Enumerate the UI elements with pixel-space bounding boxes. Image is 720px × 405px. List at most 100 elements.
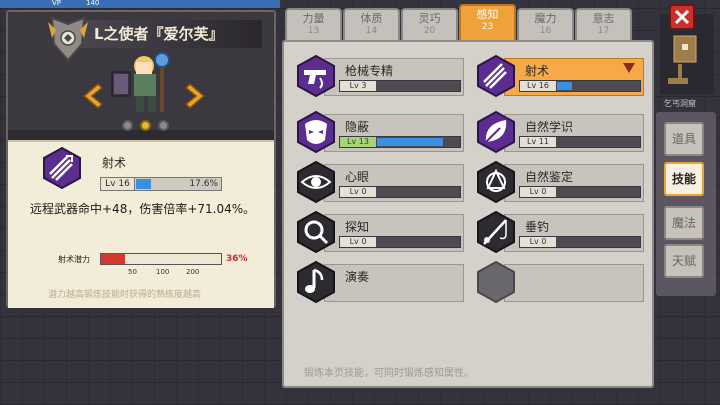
tab-label: 力量 — [302, 12, 325, 25]
close-icon[interactable] — [669, 4, 695, 30]
skill-card: 心眼 Lv 0 — [324, 164, 464, 202]
skill-name: 演奏 — [345, 270, 370, 284]
potential-tick: 200 — [186, 268, 200, 276]
page-dot-active[interactable] — [140, 120, 151, 131]
skill-archery[interactable]: 射术 Lv 16 — [474, 54, 644, 98]
page-dot[interactable] — [122, 120, 133, 131]
skill-fishing[interactable]: 垂钓 Lv 0 — [474, 210, 644, 254]
skill-level: Lv 0 — [340, 187, 376, 197]
side-tab-skills[interactable]: 技能 — [664, 162, 704, 196]
attribute-tabs: 力量 13 体质 14 灵巧 20 感知 23 魔力 16 意志 17 — [285, 4, 632, 40]
magnifier-icon — [297, 210, 335, 254]
tab-value: 14 — [365, 26, 378, 36]
skill-mind-eye[interactable]: 心眼 Lv 0 — [294, 160, 464, 204]
skill-card: 自然鉴定 Lv 0 — [504, 164, 644, 202]
potential-footer-text: 潜力越高锻炼技能时获得的熟练度越高 — [48, 290, 202, 300]
potential-tick: 100 — [156, 268, 170, 276]
tab-value: 23 — [481, 22, 494, 32]
skill-level-bar: Lv 0 — [339, 186, 461, 198]
skill-level: Lv 16 — [520, 81, 556, 91]
tab-value: 16 — [539, 26, 552, 36]
skill-card: 自然学识 Lv 11 — [504, 114, 644, 152]
skill-name: 探知 — [345, 220, 370, 234]
skill-card: 隐蔽 Lv 13 — [324, 114, 464, 152]
skill-stealth[interactable]: 隐蔽 Lv 13 — [294, 110, 464, 154]
triquetra-icon — [477, 160, 515, 204]
skill-level-bar: Lv 16 — [519, 80, 641, 92]
skill-level-bar: Lv 0 — [519, 236, 641, 248]
skill-card: 射术 Lv 16 — [504, 58, 644, 96]
tab-label: 意志 — [592, 12, 615, 25]
side-tab-talents[interactable]: 天赋 — [664, 244, 704, 278]
shield-emblem-icon — [48, 16, 88, 62]
hp-badge: 140 — [86, 0, 100, 7]
skill-level: Lv 11 — [520, 137, 556, 147]
selected-marker-icon — [623, 63, 635, 73]
selected-skill-description: 远程武器命中+48，伤害倍率+71.04%。 — [30, 202, 256, 216]
tab-constitution[interactable]: 体质 14 — [343, 8, 400, 40]
fishing-icon — [477, 210, 515, 254]
tab-label: 魔力 — [534, 12, 557, 25]
tab-label: 灵巧 — [418, 12, 441, 25]
skills-footer-hint: 锻炼本页技能，可同时锻炼感知属性。 — [304, 368, 474, 379]
tab-value: 13 — [307, 26, 320, 36]
skill-card: 演奏 — [324, 264, 464, 302]
character-name: L之使者『爱尔芙』 — [94, 25, 224, 43]
potential-bar — [100, 253, 222, 265]
arrows-icon — [43, 146, 81, 190]
skill-level-bar: Lv 3 — [339, 80, 461, 92]
tab-magic[interactable]: 魔力 16 — [517, 8, 574, 40]
skill-progress-fill — [557, 82, 572, 90]
skill-detect[interactable]: 探知 Lv 0 — [294, 210, 464, 254]
skill-gun-mastery[interactable]: 枪械专精 Lv 3 — [294, 54, 464, 98]
skill-level-bar: Lv 0 — [339, 236, 461, 248]
skill-card: 垂钓 Lv 0 — [504, 214, 644, 252]
leaf-icon — [477, 110, 515, 154]
skill-name: 垂钓 — [525, 220, 550, 234]
status-strip: VP 140 — [0, 0, 280, 8]
selected-skill-level-bar: Lv 16 17.6% — [100, 177, 222, 191]
skill-card: 探知 Lv 0 — [324, 214, 464, 252]
skill-level-bar: Lv 0 — [519, 186, 641, 198]
tab-strength[interactable]: 力量 13 — [285, 8, 342, 40]
location-name: 乞丐洞窟 — [664, 99, 696, 108]
arrows-icon — [477, 54, 515, 98]
gun-icon — [297, 54, 335, 98]
skill-name: 自然鉴定 — [525, 170, 574, 184]
skill-level: Lv 13 — [340, 137, 376, 147]
skill-nature-lore[interactable]: 自然学识 Lv 11 — [474, 110, 644, 154]
skill-locked-slot — [474, 260, 644, 304]
potential-tick: 50 — [128, 268, 137, 276]
character-page-dots — [122, 120, 169, 131]
skill-nature-appraisal[interactable]: 自然鉴定 Lv 0 — [474, 160, 644, 204]
side-menu: 道具 技能 魔法 天赋 — [656, 112, 716, 296]
skill-progress-fill — [377, 138, 443, 146]
tab-perception[interactable]: 感知 23 — [459, 4, 516, 40]
potential-fill — [101, 254, 125, 264]
skill-level-bar: Lv 11 — [519, 136, 641, 148]
next-character-arrow-icon[interactable] — [184, 82, 208, 110]
prev-character-arrow-icon[interactable] — [80, 82, 104, 110]
tab-dexterity[interactable]: 灵巧 20 — [401, 8, 458, 40]
skill-name: 隐蔽 — [345, 120, 370, 134]
tab-value: 20 — [423, 26, 436, 36]
side-tab-magic[interactable]: 魔法 — [664, 206, 704, 240]
skill-level: Lv 0 — [520, 237, 556, 247]
side-tab-items[interactable]: 道具 — [664, 122, 704, 156]
tab-label: 感知 — [476, 8, 499, 21]
mask-icon — [297, 110, 335, 154]
skill-level: Lv 0 — [520, 187, 556, 197]
page-dot[interactable] — [158, 120, 169, 131]
vp-badge: VP — [52, 0, 62, 7]
skill-name: 射术 — [525, 64, 550, 78]
tab-label: 体质 — [360, 12, 383, 25]
tab-value: 17 — [597, 26, 610, 36]
potential-label: 射术潜力 — [58, 255, 90, 264]
potential-percent: 36% — [226, 254, 248, 264]
skill-level: Lv 3 — [340, 81, 376, 91]
selected-skill-level: Lv 16 — [101, 178, 135, 190]
skill-name: 心眼 — [345, 170, 370, 184]
tab-will[interactable]: 意志 17 — [575, 8, 632, 40]
selected-skill-progress-text: 17.6% — [189, 179, 218, 189]
skill-performance[interactable]: 演奏 — [294, 260, 464, 304]
